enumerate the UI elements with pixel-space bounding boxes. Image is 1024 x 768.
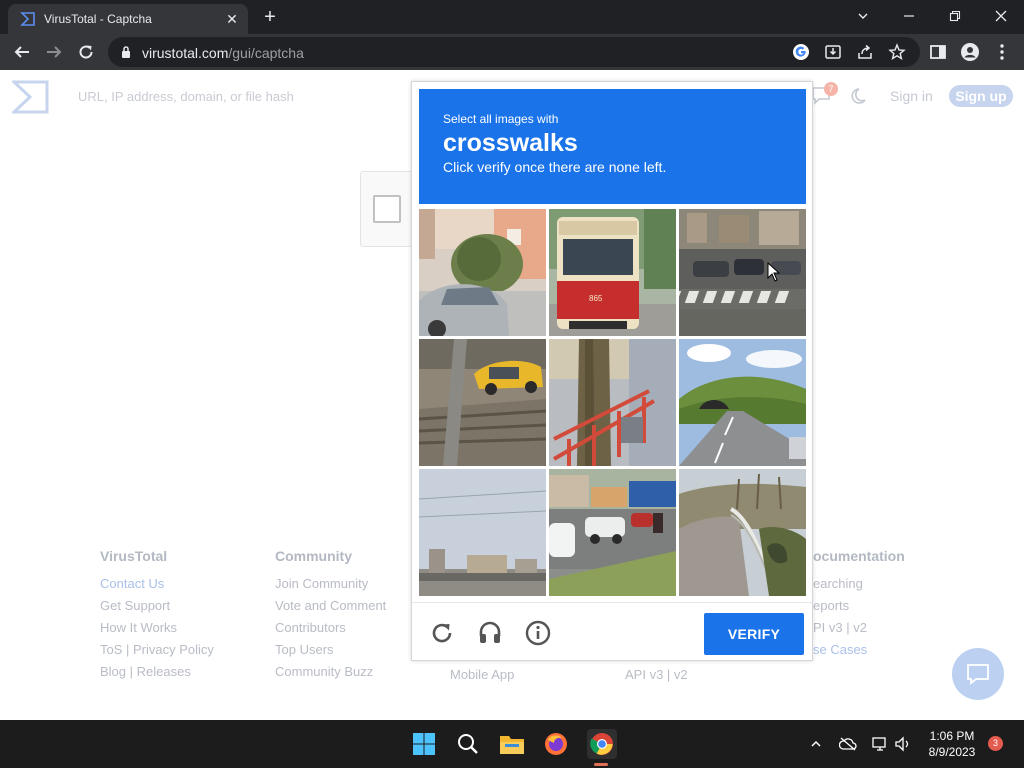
captcha-tile-6[interactable]: [679, 339, 806, 466]
browser-tab[interactable]: VirusTotal - Captcha ✕: [8, 4, 248, 34]
footer-link[interactable]: earching: [813, 573, 905, 595]
captcha-tile-2[interactable]: 865: [549, 209, 676, 336]
volume-icon[interactable]: [893, 734, 913, 754]
browser-toolbar: virustotal.com/gui/captcha: [0, 34, 1024, 70]
captcha-tile-5[interactable]: [549, 339, 676, 466]
tab-search-chevron-icon[interactable]: [843, 4, 883, 28]
share-icon[interactable]: [855, 42, 875, 62]
footer-link[interactable]: Mobile App: [450, 664, 514, 686]
search-input[interactable]: URL, IP address, domain, or file hash: [78, 89, 294, 104]
footer-link[interactable]: Get Support: [100, 595, 214, 617]
footer-link[interactable]: Join Community: [275, 573, 386, 595]
footer-heading: ocumentation: [813, 548, 905, 564]
chrome-taskbar-icon[interactable]: [587, 729, 617, 759]
notification-badge: 7: [824, 82, 838, 96]
footer-link[interactable]: Contact Us: [100, 573, 214, 595]
footer-link[interactable]: PI v3 | v2: [813, 617, 905, 639]
file-explorer-icon[interactable]: [498, 730, 526, 758]
new-tab-button[interactable]: +: [258, 6, 282, 30]
network-icon[interactable]: [870, 734, 890, 754]
footer-heading: VirusTotal: [100, 548, 168, 564]
clock-time: 1:06 PM: [929, 729, 975, 743]
sign-up-button[interactable]: Sign up: [949, 85, 1013, 107]
captcha-tile-7[interactable]: [419, 469, 546, 596]
captcha-sub-instruction: Click verify once there are none left.: [443, 159, 667, 175]
url-text: virustotal.com/gui/captcha: [142, 45, 304, 61]
footer-column-documentation: ocumentation earching eports PI v3 | v2 …: [813, 548, 905, 661]
footer-heading: Community: [275, 548, 352, 564]
captcha-challenge-dialog: Select all images with crosswalks Click …: [411, 81, 813, 661]
reload-challenge-icon[interactable]: [429, 620, 455, 646]
back-arrow-icon[interactable]: [10, 40, 34, 64]
system-clock[interactable]: 1:06 PM 8/9/2023: [916, 728, 988, 760]
footer-column-virustotal: VirusTotal Contact Us Get Support How It…: [100, 548, 214, 683]
reload-icon[interactable]: [74, 40, 98, 64]
audio-challenge-headphones-icon[interactable]: [477, 620, 503, 646]
footer-link[interactable]: Top Users: [275, 639, 386, 661]
restore-icon[interactable]: [935, 4, 975, 28]
search-icon[interactable]: [454, 730, 482, 758]
address-bar[interactable]: virustotal.com/gui/captcha: [108, 37, 920, 67]
captcha-target-word: crosswalks: [443, 129, 578, 157]
captcha-tile-9[interactable]: [679, 469, 806, 596]
captcha-instruction: Select all images with: [443, 112, 559, 126]
minimize-icon[interactable]: [889, 4, 929, 28]
footer-link[interactable]: Contributors: [275, 617, 386, 639]
menu-kebab-icon[interactable]: [990, 40, 1014, 64]
footer-link[interactable]: ToS | Privacy Policy: [100, 639, 214, 661]
footer-column-community: Community Join Community Vote and Commen…: [275, 548, 386, 683]
footer-link[interactable]: Community Buzz: [275, 661, 386, 683]
info-icon[interactable]: [525, 620, 551, 646]
virustotal-favicon-icon: [20, 11, 36, 27]
tab-title: VirusTotal - Captcha: [44, 12, 152, 26]
lock-icon: [120, 45, 132, 64]
dark-mode-moon-icon[interactable]: [850, 86, 870, 111]
captcha-tile-1[interactable]: [419, 209, 546, 336]
footer-column-tools: Mobile App: [450, 664, 514, 686]
tray-chevron-up-icon[interactable]: [806, 734, 826, 754]
windows-taskbar: 1:06 PM 8/9/2023 3: [0, 720, 1024, 768]
chat-fab-button[interactable]: [952, 648, 1004, 700]
footer-link[interactable]: se Cases: [813, 639, 905, 661]
captcha-tile-4[interactable]: [419, 339, 546, 466]
verify-button[interactable]: VERIFY: [704, 613, 804, 655]
sign-in-link[interactable]: Sign in: [890, 88, 933, 104]
side-panel-icon[interactable]: [926, 40, 950, 64]
captcha-tile-8[interactable]: [549, 469, 676, 596]
install-app-icon[interactable]: [823, 42, 843, 62]
captcha-image-grid: 865: [419, 209, 806, 596]
footer-link[interactable]: eports: [813, 595, 905, 617]
profile-icon[interactable]: [958, 40, 982, 64]
footer-column-premium: API v3 | v2: [625, 664, 688, 686]
windows-start-icon[interactable]: [410, 730, 438, 758]
tram-number: 865: [589, 294, 603, 303]
captcha-footer: VERIFY: [412, 602, 812, 660]
recaptcha-checkbox[interactable]: [373, 195, 401, 223]
chat-bubble-icon: [967, 664, 989, 685]
footer-link[interactable]: Vote and Comment: [275, 595, 386, 617]
virustotal-logo-icon[interactable]: [10, 80, 50, 119]
mouse-cursor-icon: [767, 261, 781, 287]
browser-tab-bar: VirusTotal - Captcha ✕ +: [0, 0, 1024, 34]
close-tab-icon[interactable]: ✕: [222, 11, 242, 28]
google-icon[interactable]: [791, 42, 811, 62]
close-window-icon[interactable]: [981, 4, 1021, 28]
notification-count-badge[interactable]: 3: [988, 736, 1003, 751]
clock-date: 8/9/2023: [928, 745, 976, 759]
footer-link[interactable]: Blog | Releases: [100, 661, 214, 683]
footer-link[interactable]: API v3 | v2: [625, 664, 688, 686]
bookmark-star-icon[interactable]: [887, 42, 907, 62]
onedrive-cloud-icon[interactable]: [838, 734, 858, 754]
forward-arrow-icon[interactable]: [42, 40, 66, 64]
captcha-tile-3[interactable]: [679, 209, 806, 336]
captcha-header: Select all images with crosswalks Click …: [419, 89, 806, 204]
firefox-icon[interactable]: [542, 730, 570, 758]
active-app-indicator: [594, 763, 608, 766]
footer-link[interactable]: How It Works: [100, 617, 214, 639]
